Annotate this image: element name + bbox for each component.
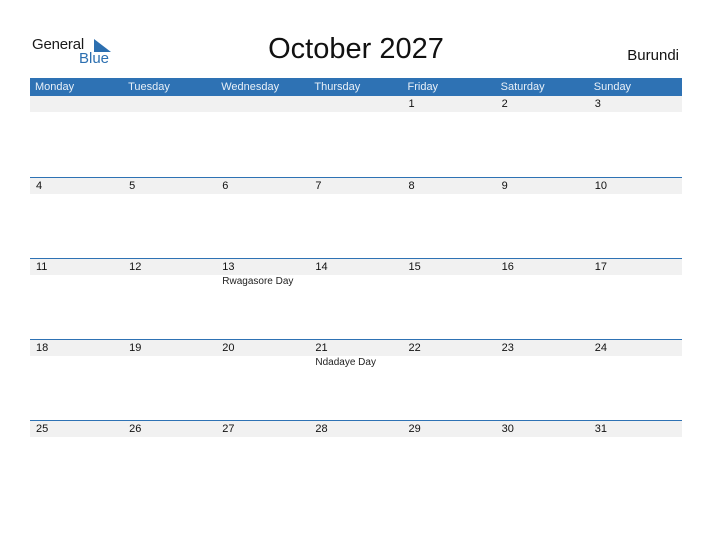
day-number: 19 xyxy=(129,342,142,354)
day-number: 5 xyxy=(129,180,136,192)
day-number: 1 xyxy=(408,98,415,110)
day-cell: 21 Ndadaye Day xyxy=(309,340,402,369)
weekday-thursday: Thursday xyxy=(314,81,361,93)
day-number: 2 xyxy=(501,98,508,110)
day-cell: 10 xyxy=(589,178,682,194)
day-number xyxy=(222,96,309,112)
day-number: 8 xyxy=(408,180,415,192)
day-cell: 12 xyxy=(123,259,216,288)
day-number: 13 xyxy=(222,261,235,273)
day-cell: 8 xyxy=(403,178,496,194)
day-cell: 17 xyxy=(589,259,682,288)
day-cell: 14 xyxy=(309,259,402,288)
weekday-monday: Monday xyxy=(35,81,75,93)
day-cell: 15 xyxy=(403,259,496,288)
day-cell: 22 xyxy=(403,340,496,369)
day-cell: 5 xyxy=(123,178,216,194)
day-cell xyxy=(309,96,402,112)
day-number: 6 xyxy=(222,180,229,192)
day-cell: 16 xyxy=(496,259,589,288)
day-number: 21 xyxy=(315,342,328,354)
day-number: 24 xyxy=(594,342,607,354)
day-cell xyxy=(216,96,309,112)
calendar-grid: Monday Tuesday Wednesday Thursday Friday Satu… xyxy=(30,78,682,501)
week-row: 25 26 27 28 29 30 31 xyxy=(30,420,682,501)
day-number xyxy=(36,96,123,112)
day-number: 10 xyxy=(594,180,607,192)
weekday-saturday: Saturday xyxy=(500,81,545,93)
day-cell xyxy=(30,96,123,112)
week-row: 1 2 3 xyxy=(30,96,682,177)
weekday-header: Monday Tuesday Wednesday Thursday Friday Satu… xyxy=(30,78,682,96)
day-cell: 7 xyxy=(309,178,402,194)
day-number: 27 xyxy=(222,423,235,435)
day-cell: 11 xyxy=(30,259,123,288)
day-number: 12 xyxy=(129,261,142,273)
day-number: 28 xyxy=(315,423,328,435)
day-cell: 9 xyxy=(496,178,589,194)
week-row: 18 19 20 21 Ndadaye Day 22 23 24 xyxy=(30,339,682,420)
weekday-wednesday: Wednesday xyxy=(221,81,280,93)
day-number: 22 xyxy=(408,342,421,354)
day-cell: 29 xyxy=(403,421,496,437)
day-number: 18 xyxy=(36,342,49,354)
day-number xyxy=(129,96,216,112)
day-number: 31 xyxy=(594,423,607,435)
day-cell: 3 xyxy=(589,96,682,112)
day-number: 20 xyxy=(222,342,235,354)
day-number xyxy=(315,96,402,112)
country-label: Burundi xyxy=(627,47,679,64)
day-cell: 28 xyxy=(309,421,402,437)
day-number: 30 xyxy=(501,423,514,435)
day-number: 3 xyxy=(594,98,601,110)
day-cell: 4 xyxy=(30,178,123,194)
week-row: 4 5 6 7 8 9 10 xyxy=(30,177,682,258)
holiday-label: Rwagasore Day xyxy=(222,276,294,287)
day-number: 25 xyxy=(36,423,49,435)
day-cell: 24 xyxy=(589,340,682,369)
day-cell: 2 xyxy=(496,96,589,112)
day-cell: 26 xyxy=(123,421,216,437)
day-cell: 6 xyxy=(216,178,309,194)
day-number: 29 xyxy=(408,423,421,435)
day-number: 16 xyxy=(501,261,514,273)
day-number: 9 xyxy=(501,180,508,192)
day-cell: 27 xyxy=(216,421,309,437)
day-cell: 25 xyxy=(30,421,123,437)
day-number: 17 xyxy=(594,261,607,273)
day-number: 7 xyxy=(315,180,322,192)
day-cell: 23 xyxy=(496,340,589,369)
day-number: 14 xyxy=(315,261,328,273)
weekday-tuesday: Tuesday xyxy=(128,81,170,93)
day-number: 23 xyxy=(501,342,514,354)
day-cell: 31 xyxy=(589,421,682,437)
day-cell: 19 xyxy=(123,340,216,369)
day-cell: 30 xyxy=(496,421,589,437)
week-row: 11 12 13 Rwagasore Day 14 15 16 17 xyxy=(30,258,682,339)
day-cell: 20 xyxy=(216,340,309,369)
day-number: 11 xyxy=(36,261,48,273)
weekday-friday: Friday xyxy=(407,81,439,93)
weekday-sunday: Sunday xyxy=(593,81,632,93)
day-number: 4 xyxy=(36,180,43,192)
day-cell: 18 xyxy=(30,340,123,369)
day-number: 15 xyxy=(408,261,421,273)
day-number: 26 xyxy=(129,423,142,435)
page-title: October 2027 xyxy=(268,33,444,65)
holiday-label: Ndadaye Day xyxy=(315,357,376,368)
day-cell xyxy=(123,96,216,112)
day-cell: 13 Rwagasore Day xyxy=(216,259,309,288)
day-cell: 1 xyxy=(403,96,496,112)
